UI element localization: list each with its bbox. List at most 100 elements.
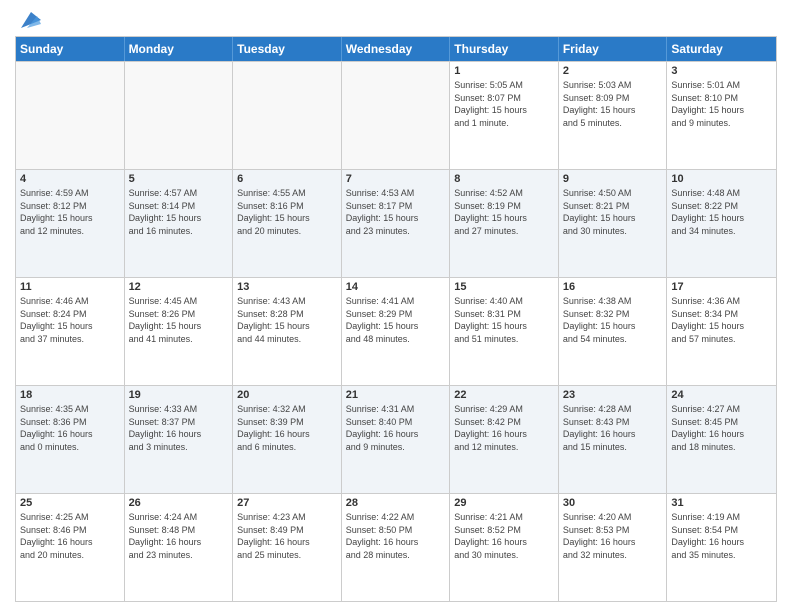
cal-cell: 6 Sunrise: 4:55 AM Sunset: 8:16 PM Daylig…: [233, 170, 342, 277]
day-number: 14: [346, 281, 446, 293]
day-number: 13: [237, 281, 337, 293]
cal-cell: 12Sunrise: 4:45 AM Sunset: 8:26 PM Dayli…: [125, 278, 234, 385]
day-info: Sunrise: 4:55 AM Sunset: 8:16 PM Dayligh…: [237, 187, 337, 237]
cal-cell: [125, 62, 234, 169]
cal-cell: 23Sunrise: 4:28 AM Sunset: 8:43 PM Dayli…: [559, 386, 668, 493]
day-info: Sunrise: 4:48 AM Sunset: 8:22 PM Dayligh…: [671, 187, 772, 237]
day-number: 17: [671, 281, 772, 293]
day-info: Sunrise: 5:01 AM Sunset: 8:10 PM Dayligh…: [671, 79, 772, 129]
cal-header-day: Thursday: [450, 37, 559, 61]
day-number: 1: [454, 65, 554, 77]
cal-cell: 13 Sunrise: 4:43 AM Sunset: 8:28 PM Dayli…: [233, 278, 342, 385]
cal-cell: 17 Sunrise: 4:36 AM Sunset: 8:34 PM Dayli…: [667, 278, 776, 385]
cal-week-row: 4 Sunrise: 4:59 AM Sunset: 8:12 PM Daylig…: [16, 169, 776, 277]
cal-week-row: 11 Sunrise: 4:46 AM Sunset: 8:24 PM Dayli…: [16, 277, 776, 385]
day-info: Sunrise: 4:32 AM Sunset: 8:39 PM Dayligh…: [237, 403, 337, 453]
cal-cell: 20 Sunrise: 4:32 AM Sunset: 8:39 PM Dayli…: [233, 386, 342, 493]
day-number: 23: [563, 389, 663, 401]
day-number: 18: [20, 389, 120, 401]
day-number: 2: [563, 65, 663, 77]
cal-week-row: 1Sunrise: 5:05 AM Sunset: 8:07 PM Daylig…: [16, 61, 776, 169]
logo: [15, 10, 41, 30]
cal-cell: [16, 62, 125, 169]
cal-cell: 7Sunrise: 4:53 AM Sunset: 8:17 PM Daylig…: [342, 170, 451, 277]
cal-cell: 19Sunrise: 4:33 AM Sunset: 8:37 PM Dayli…: [125, 386, 234, 493]
day-info: Sunrise: 4:20 AM Sunset: 8:53 PM Dayligh…: [563, 511, 663, 561]
cal-cell: 15 Sunrise: 4:40 AM Sunset: 8:31 PM Dayli…: [450, 278, 559, 385]
day-info: Sunrise: 4:22 AM Sunset: 8:50 PM Dayligh…: [346, 511, 446, 561]
cal-cell: 27Sunrise: 4:23 AM Sunset: 8:49 PM Dayli…: [233, 494, 342, 601]
day-info: Sunrise: 4:27 AM Sunset: 8:45 PM Dayligh…: [671, 403, 772, 453]
cal-week-row: 25 Sunrise: 4:25 AM Sunset: 8:46 PM Dayli…: [16, 493, 776, 601]
day-info: Sunrise: 4:41 AM Sunset: 8:29 PM Dayligh…: [346, 295, 446, 345]
day-info: Sunrise: 4:53 AM Sunset: 8:17 PM Dayligh…: [346, 187, 446, 237]
day-number: 11: [20, 281, 120, 293]
page: SundayMondayTuesdayWednesdayThursdayFrid…: [0, 0, 792, 612]
day-info: Sunrise: 4:23 AM Sunset: 8:49 PM Dayligh…: [237, 511, 337, 561]
day-info: Sunrise: 4:46 AM Sunset: 8:24 PM Dayligh…: [20, 295, 120, 345]
day-info: Sunrise: 4:36 AM Sunset: 8:34 PM Dayligh…: [671, 295, 772, 345]
cal-header-day: Friday: [559, 37, 668, 61]
day-info: Sunrise: 4:52 AM Sunset: 8:19 PM Dayligh…: [454, 187, 554, 237]
cal-cell: 11 Sunrise: 4:46 AM Sunset: 8:24 PM Dayli…: [16, 278, 125, 385]
cal-header-day: Monday: [125, 37, 234, 61]
day-number: 20: [237, 389, 337, 401]
day-number: 26: [129, 497, 229, 509]
cal-header-day: Sunday: [16, 37, 125, 61]
cal-cell: 18 Sunrise: 4:35 AM Sunset: 8:36 PM Dayli…: [16, 386, 125, 493]
day-number: 6: [237, 173, 337, 185]
cal-cell: 26 Sunrise: 4:24 AM Sunset: 8:48 PM Dayli…: [125, 494, 234, 601]
day-number: 22: [454, 389, 554, 401]
cal-cell: 4 Sunrise: 4:59 AM Sunset: 8:12 PM Daylig…: [16, 170, 125, 277]
day-number: 5: [129, 173, 229, 185]
day-number: 9: [563, 173, 663, 185]
cal-cell: 8 Sunrise: 4:52 AM Sunset: 8:19 PM Daylig…: [450, 170, 559, 277]
cal-cell: 30 Sunrise: 4:20 AM Sunset: 8:53 PM Dayli…: [559, 494, 668, 601]
cal-cell: 3 Sunrise: 5:01 AM Sunset: 8:10 PM Daylig…: [667, 62, 776, 169]
day-number: 15: [454, 281, 554, 293]
day-number: 8: [454, 173, 554, 185]
cal-cell: 10 Sunrise: 4:48 AM Sunset: 8:22 PM Dayli…: [667, 170, 776, 277]
day-info: Sunrise: 4:31 AM Sunset: 8:40 PM Dayligh…: [346, 403, 446, 453]
day-info: Sunrise: 5:03 AM Sunset: 8:09 PM Dayligh…: [563, 79, 663, 129]
cal-cell: 5 Sunrise: 4:57 AM Sunset: 8:14 PM Daylig…: [125, 170, 234, 277]
day-number: 28: [346, 497, 446, 509]
day-info: Sunrise: 4:40 AM Sunset: 8:31 PM Dayligh…: [454, 295, 554, 345]
day-number: 25: [20, 497, 120, 509]
cal-cell: 16 Sunrise: 4:38 AM Sunset: 8:32 PM Dayli…: [559, 278, 668, 385]
day-number: 30: [563, 497, 663, 509]
day-info: Sunrise: 4:38 AM Sunset: 8:32 PM Dayligh…: [563, 295, 663, 345]
calendar-header: SundayMondayTuesdayWednesdayThursdayFrid…: [16, 37, 776, 61]
cal-cell: 28 Sunrise: 4:22 AM Sunset: 8:50 PM Dayli…: [342, 494, 451, 601]
header: [15, 10, 777, 30]
cal-cell: 14 Sunrise: 4:41 AM Sunset: 8:29 PM Dayli…: [342, 278, 451, 385]
day-number: 12: [129, 281, 229, 293]
day-info: Sunrise: 4:57 AM Sunset: 8:14 PM Dayligh…: [129, 187, 229, 237]
day-number: 3: [671, 65, 772, 77]
day-number: 21: [346, 389, 446, 401]
day-info: Sunrise: 4:35 AM Sunset: 8:36 PM Dayligh…: [20, 403, 120, 453]
day-info: Sunrise: 4:25 AM Sunset: 8:46 PM Dayligh…: [20, 511, 120, 561]
cal-week-row: 18 Sunrise: 4:35 AM Sunset: 8:36 PM Dayli…: [16, 385, 776, 493]
day-info: Sunrise: 4:50 AM Sunset: 8:21 PM Dayligh…: [563, 187, 663, 237]
day-number: 10: [671, 173, 772, 185]
cal-cell: 2 Sunrise: 5:03 AM Sunset: 8:09 PM Daylig…: [559, 62, 668, 169]
day-number: 16: [563, 281, 663, 293]
cal-cell: 9 Sunrise: 4:50 AM Sunset: 8:21 PM Daylig…: [559, 170, 668, 277]
cal-cell: [233, 62, 342, 169]
cal-cell: 21 Sunrise: 4:31 AM Sunset: 8:40 PM Dayli…: [342, 386, 451, 493]
cal-cell: 24Sunrise: 4:27 AM Sunset: 8:45 PM Dayli…: [667, 386, 776, 493]
day-info: Sunrise: 4:24 AM Sunset: 8:48 PM Dayligh…: [129, 511, 229, 561]
cal-cell: 31Sunrise: 4:19 AM Sunset: 8:54 PM Dayli…: [667, 494, 776, 601]
day-info: Sunrise: 4:43 AM Sunset: 8:28 PM Dayligh…: [237, 295, 337, 345]
cal-cell: 29Sunrise: 4:21 AM Sunset: 8:52 PM Dayli…: [450, 494, 559, 601]
cal-cell: [342, 62, 451, 169]
cal-cell: 1Sunrise: 5:05 AM Sunset: 8:07 PM Daylig…: [450, 62, 559, 169]
calendar-body: 1Sunrise: 5:05 AM Sunset: 8:07 PM Daylig…: [16, 61, 776, 601]
day-info: Sunrise: 4:29 AM Sunset: 8:42 PM Dayligh…: [454, 403, 554, 453]
day-info: Sunrise: 4:59 AM Sunset: 8:12 PM Dayligh…: [20, 187, 120, 237]
day-info: Sunrise: 4:21 AM Sunset: 8:52 PM Dayligh…: [454, 511, 554, 561]
day-info: Sunrise: 4:33 AM Sunset: 8:37 PM Dayligh…: [129, 403, 229, 453]
day-number: 4: [20, 173, 120, 185]
cal-cell: 25 Sunrise: 4:25 AM Sunset: 8:46 PM Dayli…: [16, 494, 125, 601]
